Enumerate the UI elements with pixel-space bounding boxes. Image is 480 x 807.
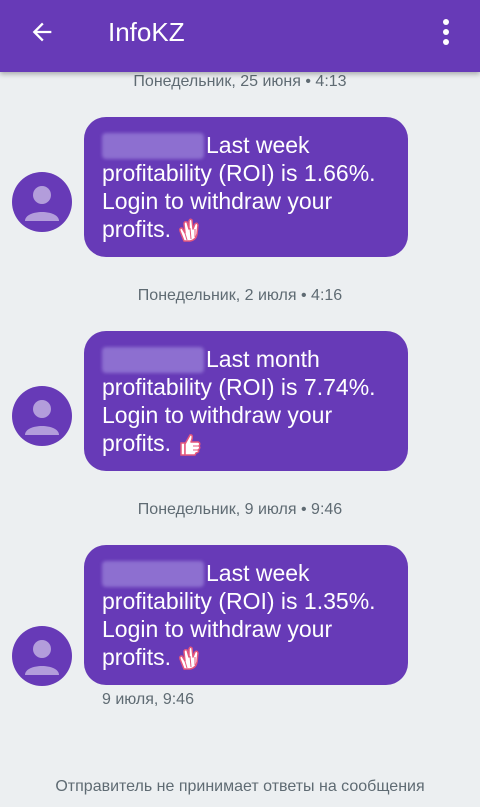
sender-avatar [12, 386, 72, 446]
message-timestamp: 9 июля, 9:46 [102, 691, 194, 708]
message-text: profits. [102, 216, 172, 242]
sender-avatar [12, 172, 72, 232]
message-text: profits. [102, 644, 172, 670]
date-separator: Понедельник, 9 июля • 9:46 [137, 501, 343, 518]
message-text: Last week [206, 560, 310, 586]
message-line: Last week [102, 131, 390, 159]
message-bubble[interactable]: Last week profitability (ROI) is 1.66%. … [84, 117, 408, 257]
date-separator: Понедельник, 25 июня • 4:13 [133, 73, 347, 90]
redacted-sender-name [102, 561, 204, 587]
date-separator: Понедельник, 2 июля • 4:16 [137, 287, 343, 304]
clapping-hands-icon [179, 218, 200, 242]
conversation-title: InfoKZ [108, 17, 185, 47]
person-icon [25, 400, 59, 435]
person-icon [25, 186, 59, 221]
clapping-hands-icon [179, 646, 200, 670]
message-line: Login to withdraw your [102, 402, 333, 428]
message-line: profitability (ROI) is 1.35%. [102, 588, 376, 614]
message-line: profitability (ROI) is 7.74%. [102, 374, 376, 400]
message-line: Last month [102, 345, 390, 373]
message-bubble[interactable]: Last month profitability (ROI) is 7.74%.… [84, 331, 408, 471]
message-bubble[interactable]: Last week profitability (ROI) is 1.35%. … [84, 545, 408, 685]
thumbs-up-icon [180, 434, 201, 456]
more-vert-icon [443, 19, 449, 45]
message-line: profits. [102, 429, 390, 457]
redacted-sender-name [102, 347, 204, 373]
message-line: Last week [102, 559, 390, 587]
message-line: profitability (ROI) is 1.66%. [102, 160, 376, 186]
message-text: profits. [102, 430, 172, 456]
message-text: Last month [206, 346, 320, 372]
person-icon [25, 640, 59, 675]
overflow-menu-button[interactable] [432, 12, 460, 52]
arrow-back-icon [32, 22, 52, 42]
back-button[interactable] [22, 12, 62, 52]
app-bar: InfoKZ [0, 0, 480, 72]
redacted-sender-name [102, 133, 204, 159]
message-line: profits. [102, 643, 390, 671]
message-line: Login to withdraw your [102, 188, 333, 214]
sender-avatar [12, 626, 72, 686]
no-reply-notice: Отправитель не принимает ответы на сообщ… [55, 778, 425, 795]
message-text: Last week [206, 132, 310, 158]
message-line: profits. [102, 215, 390, 243]
message-line: Login to withdraw your [102, 616, 333, 642]
